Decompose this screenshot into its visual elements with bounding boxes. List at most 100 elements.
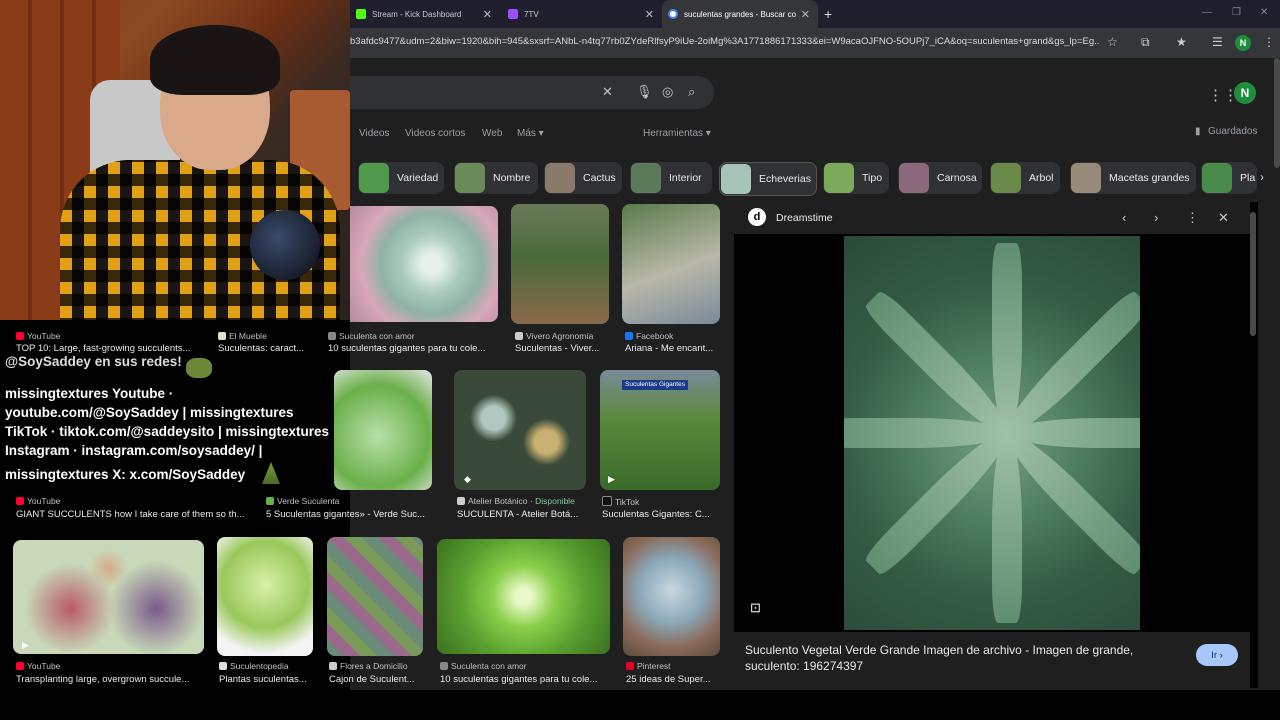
result-caption[interactable]: 10 suculentas gigantes para tu cole...	[440, 674, 610, 685]
preview-site-name[interactable]: Dreamstime	[776, 212, 833, 224]
page-scrollbar[interactable]	[1274, 58, 1280, 168]
result-caption[interactable]: Suculentas - Viver...	[515, 343, 611, 354]
microphone-icon[interactable]: 🎙	[636, 84, 653, 100]
preview-image[interactable]	[844, 236, 1140, 630]
tiktok-badge-icon: ◆	[464, 474, 471, 484]
window-close-icon[interactable]: ✕	[1260, 7, 1268, 18]
result-caption[interactable]: 5 Suculentas gigantes» - Verde Suc...	[266, 509, 438, 520]
result-caption[interactable]: 25 ideas de Super...	[626, 674, 718, 685]
result-caption[interactable]: Suculentas Gigantes: C...	[602, 509, 718, 520]
result-caption[interactable]: Cajon de Suculent...	[329, 674, 421, 685]
more-options-icon[interactable]: ⋮	[1186, 210, 1199, 226]
chip-thumbnail	[721, 164, 751, 194]
saved-icon: ▮	[1195, 126, 1201, 137]
chip-label: Echeverias	[759, 173, 811, 185]
bookmark-star-icon[interactable]: ☆	[1107, 35, 1118, 49]
source-name: YouTube	[27, 331, 61, 341]
chip-tipo[interactable]: Tipo	[823, 162, 889, 194]
youtube-icon	[16, 332, 24, 340]
site-icon	[266, 497, 274, 505]
chip-thumbnail	[455, 163, 485, 193]
result-caption[interactable]: GIANT SUCCULENTS how I take care of them…	[16, 509, 248, 520]
chip-label: Carnosa	[937, 172, 977, 184]
close-preview-icon[interactable]: ✕	[1218, 210, 1229, 226]
tab-label: suculentas grandes - Buscar co	[684, 9, 797, 19]
maximize-icon[interactable]: ❐	[1232, 7, 1241, 18]
reading-list-icon[interactable]: ☰	[1212, 35, 1223, 49]
tab-7tv[interactable]: 7TV ✕	[502, 0, 662, 28]
clear-icon[interactable]: ✕	[602, 84, 613, 100]
result-caption[interactable]: Transplanting large, overgrown succule..…	[16, 674, 200, 685]
site-icon	[515, 332, 523, 340]
extensions-icon[interactable]: ⧉	[1141, 35, 1150, 50]
nav-videos[interactable]: Videos	[359, 128, 389, 139]
result-caption[interactable]: Plantas suculentas...	[219, 674, 315, 685]
close-icon[interactable]: ✕	[801, 8, 810, 21]
nav-web[interactable]: Web	[482, 128, 502, 139]
panel-scrollbar[interactable]	[1250, 212, 1256, 336]
chip-interior[interactable]: Interior	[630, 162, 712, 194]
youtube-icon	[16, 662, 24, 670]
chip-plantas[interactable]: Pla	[1201, 162, 1257, 194]
nav-short-videos[interactable]: Videos cortos	[405, 128, 465, 139]
chip-nombre[interactable]: Nombre	[454, 162, 538, 194]
result-image[interactable]	[437, 539, 610, 654]
result-source: El Mueble	[218, 331, 267, 341]
lens-icon[interactable]: ◎	[662, 84, 673, 100]
chip-variedad[interactable]: Variedad	[358, 162, 444, 194]
previous-icon[interactable]: ‹	[1122, 210, 1126, 225]
tab-label: Stream - Kick Dashboard	[372, 9, 462, 19]
visit-button[interactable]: Ir ›	[1196, 644, 1238, 666]
tab-label: 7TV	[524, 9, 539, 19]
result-image[interactable]	[622, 204, 720, 324]
new-tab-button[interactable]: +	[824, 0, 844, 28]
result-caption[interactable]: 10 suculentas gigantes para tu cole...	[328, 343, 498, 354]
result-caption[interactable]: Ariana - Me encant...	[625, 343, 721, 354]
microphone	[250, 210, 320, 280]
site-icon	[457, 497, 465, 505]
profile-avatar[interactable]: N	[1235, 35, 1251, 51]
result-image[interactable]	[327, 537, 423, 656]
menu-icon[interactable]: ⋮	[1263, 35, 1275, 49]
chip-thumbnail	[899, 163, 929, 193]
chip-label: Arbol	[1029, 172, 1054, 184]
tiktok-icon	[602, 496, 612, 506]
lens-search-icon[interactable]: ⊡	[750, 600, 761, 616]
result-image[interactable]	[454, 370, 586, 490]
chip-arbol[interactable]: Arbol	[990, 162, 1060, 194]
account-avatar[interactable]: N	[1234, 82, 1256, 104]
result-image[interactable]	[334, 370, 432, 490]
chip-carnosa[interactable]: Carnosa	[898, 162, 982, 194]
close-icon[interactable]: ✕	[483, 8, 492, 21]
chip-echeverias[interactable]: Echeverias	[719, 162, 817, 196]
nav-more[interactable]: Más ▾	[517, 128, 544, 139]
minimize-icon[interactable]: —	[1202, 7, 1212, 18]
chip-label: Macetas grandes	[1109, 172, 1190, 184]
source-name: Pinterest	[637, 661, 671, 671]
result-image[interactable]	[13, 540, 204, 654]
result-image[interactable]	[217, 537, 313, 656]
result-caption[interactable]: TOP 10: Large, fast-growing succulents..…	[16, 343, 206, 354]
chips-next-icon[interactable]: ›	[1260, 170, 1264, 184]
chip-macetas-grandes[interactable]: Macetas grandes	[1070, 162, 1196, 194]
nav-saved[interactable]: Guardados	[1208, 126, 1257, 137]
result-image[interactable]	[623, 537, 720, 656]
result-image[interactable]	[350, 206, 498, 322]
search-box[interactable]: ✕ 🎙 ◎ ⌕	[350, 76, 714, 109]
tab-kick[interactable]: Stream - Kick Dashboard ✕	[350, 0, 500, 28]
preview-caption[interactable]: Suculento Vegetal Verde Grande Imagen de…	[745, 642, 1165, 674]
result-image[interactable]	[511, 204, 609, 324]
site-icon	[329, 662, 337, 670]
next-icon[interactable]: ›	[1154, 210, 1158, 225]
search-icon[interactable]: ⌕	[688, 84, 695, 100]
tab-google-search[interactable]: suculentas grandes - Buscar co ✕	[662, 0, 818, 28]
url-field[interactable]: b3afdc9477&udm=2&biw=1920&bih=945&sxsrf=…	[350, 36, 1100, 47]
close-icon[interactable]: ✕	[645, 8, 654, 21]
chip-cactus[interactable]: Cactus	[544, 162, 622, 194]
star-icon[interactable]: ★	[1176, 35, 1187, 49]
result-caption[interactable]: SUCULENTA - Atelier Botá...	[457, 509, 581, 520]
result-caption[interactable]: Suculentas: caract...	[218, 343, 318, 354]
overlay-line: TikTok · tiktok.com/@saddeysito | missin…	[5, 424, 330, 439]
wizard-emote-icon	[262, 462, 280, 484]
nav-tools[interactable]: Herramientas ▾	[643, 128, 711, 139]
